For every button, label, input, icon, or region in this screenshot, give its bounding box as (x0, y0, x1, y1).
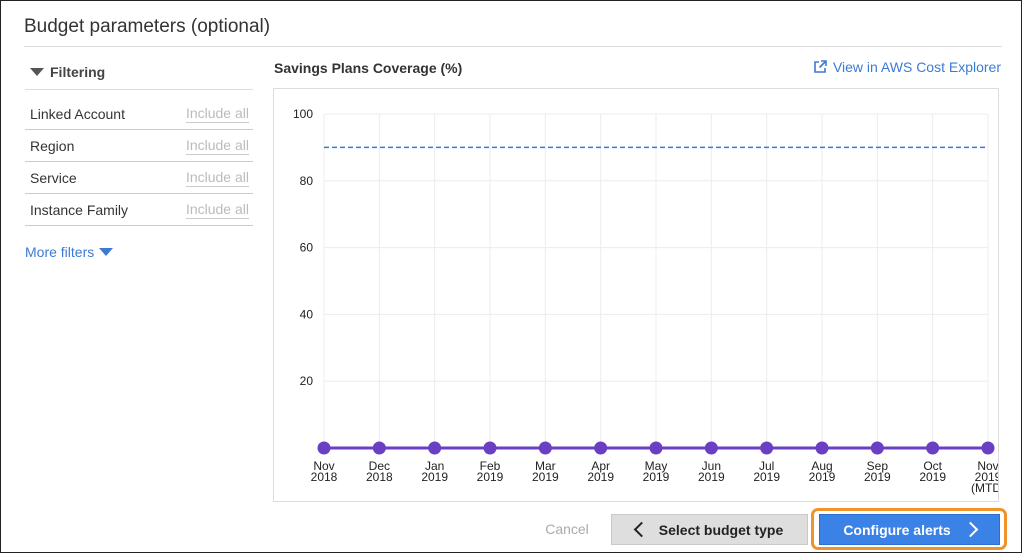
x-tick-label: 2019 (698, 470, 725, 484)
filter-row-instance-family[interactable]: Instance Family Include all (25, 194, 253, 226)
data-point (981, 441, 995, 455)
filtering-toggle[interactable]: Filtering (30, 64, 105, 80)
data-point (483, 441, 497, 455)
cancel-button[interactable]: Cancel (532, 514, 602, 544)
x-tick-label: 2019 (643, 470, 670, 484)
title-divider (24, 46, 1002, 47)
cost-explorer-link-label: View in AWS Cost Explorer (832, 59, 1001, 75)
y-tick-label: 80 (300, 174, 314, 188)
coverage-chart-svg: 20406080100Nov2018Dec2018Jan2019Feb2019M… (293, 107, 999, 495)
filter-label: Linked Account (30, 105, 125, 122)
filter-list: Linked Account Include all Region Includ… (25, 98, 253, 226)
data-point (594, 441, 608, 455)
x-tick-label: 2018 (366, 470, 393, 484)
filter-label: Instance Family (30, 201, 129, 218)
filter-value[interactable]: Include all (185, 137, 249, 155)
data-point (815, 441, 829, 455)
chevron-left-icon (633, 521, 650, 538)
data-point (649, 441, 663, 455)
x-tick-label: 2019 (919, 470, 946, 484)
chevron-right-icon (962, 521, 978, 538)
coverage-chart: 20 40 60 80 100 Nov 2018 Dec 2018 Jan 2019 Feb 2019 M… (273, 88, 999, 502)
filter-value[interactable]: Include all (185, 169, 249, 187)
filter-divider (25, 89, 253, 90)
y-tick-label: 100 (293, 107, 313, 121)
more-filters-link[interactable]: More filters (25, 244, 114, 260)
filter-row-linked-account[interactable]: Linked Account Include all (25, 98, 253, 130)
x-tick-label: 2019 (753, 470, 780, 484)
expand-triangle-icon (99, 248, 114, 256)
x-tick-label: (MTD) (971, 481, 999, 495)
data-point (704, 441, 718, 455)
data-point (317, 441, 331, 455)
data-point (538, 441, 552, 455)
data-point (926, 441, 940, 455)
x-tick-label: 2018 (311, 470, 338, 484)
view-in-cost-explorer-link[interactable]: View in AWS Cost Explorer (813, 59, 1001, 75)
data-point (870, 441, 884, 455)
filter-label: Service (30, 169, 77, 186)
prev-button-label: Select budget type (658, 521, 784, 538)
filter-value[interactable]: Include all (185, 105, 249, 123)
filter-row-region[interactable]: Region Include all (25, 130, 253, 162)
filtering-heading: Filtering (50, 64, 106, 80)
x-tick-label: 2019 (864, 470, 891, 484)
y-tick-label: 20 (300, 374, 314, 388)
select-budget-type-button[interactable]: Select budget type (611, 514, 808, 545)
configure-alerts-button[interactable]: Configure alerts (819, 514, 1000, 545)
section-title: Budget parameters (optional) (24, 16, 271, 37)
more-filters-label: More filters (25, 244, 95, 260)
next-button-label: Configure alerts (843, 521, 951, 538)
x-tick-label: 2019 (477, 470, 504, 484)
x-tick-label: 2019 (421, 470, 448, 484)
x-tick-label: 2019 (532, 470, 559, 484)
x-tick-label: 2019 (809, 470, 836, 484)
data-point (428, 441, 442, 455)
collapse-triangle-icon (30, 68, 44, 76)
y-tick-label: 60 (300, 241, 314, 255)
external-link-icon (814, 60, 827, 73)
filter-value[interactable]: Include all (185, 201, 249, 219)
x-tick-label: 2019 (587, 470, 614, 484)
filter-row-service[interactable]: Service Include all (25, 162, 253, 194)
y-tick-label: 40 (300, 307, 314, 321)
data-point (372, 441, 386, 455)
chart-title: Savings Plans Coverage (%) (274, 60, 463, 76)
data-point (760, 441, 774, 455)
filter-label: Region (30, 137, 75, 154)
